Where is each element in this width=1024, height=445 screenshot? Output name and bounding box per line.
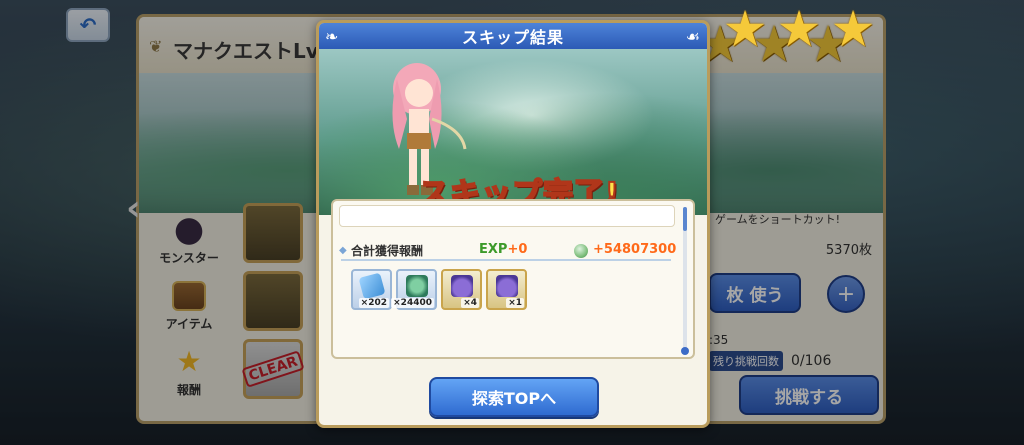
skip-result-modal: ❧ スキップ結果 ☙ スキップ完了! ◆ 合計獲得報酬 EXP+0 +54807…	[316, 20, 710, 428]
result-scrollbar[interactable]	[681, 207, 689, 355]
result-box: ◆ 合計獲得報酬 EXP+0 +54807300 ×202 ×24400 ×4 …	[331, 199, 695, 359]
item-qty: ×202	[358, 298, 389, 308]
diamond-bullet-icon: ◆	[339, 245, 347, 256]
reward-item[interactable]: ×1	[486, 269, 527, 310]
exp-reward: EXP+0	[479, 242, 527, 257]
header-deco-icon: ☙	[685, 27, 701, 46]
result-strip	[339, 205, 675, 227]
reward-label: 合計獲得報酬	[351, 243, 424, 258]
star-icon: ★	[830, 0, 876, 58]
modal-title: スキップ結果	[461, 28, 564, 47]
reward-item[interactable]: ×4	[441, 269, 482, 310]
mana-stone-icon	[406, 275, 428, 297]
ticket-icon	[358, 272, 386, 300]
gold-value: +54807300	[593, 242, 677, 257]
reward-item[interactable]: ×202	[351, 269, 392, 310]
potion-icon	[451, 275, 473, 297]
potion-icon	[496, 275, 518, 297]
scroll-thumb[interactable]	[683, 207, 687, 231]
skip-banner-art: スキップ完了!	[319, 49, 707, 215]
item-qty: ×24400	[391, 298, 434, 308]
explore-top-button[interactable]: 探索TOPへ	[429, 377, 599, 417]
gold-coin-icon	[574, 244, 588, 258]
reward-items: ×202 ×24400 ×4 ×1	[351, 269, 527, 310]
item-qty: ×4	[461, 298, 479, 308]
reward-item[interactable]: ×24400	[391, 269, 437, 310]
header-deco-icon: ❧	[325, 27, 340, 46]
modal-header: ❧ スキップ結果 ☙	[319, 23, 707, 49]
reward-header: ◆ 合計獲得報酬 EXP+0 +54807300	[339, 241, 676, 261]
star-icon: ★	[776, 0, 822, 58]
scroll-end-dot	[681, 347, 689, 355]
exp-value: +0	[507, 242, 528, 257]
star-icon: ★	[722, 0, 768, 58]
item-qty: ×1	[506, 298, 524, 308]
star-rating-top: ★ ★ ★	[720, 4, 994, 54]
exp-label: EXP	[479, 242, 508, 257]
